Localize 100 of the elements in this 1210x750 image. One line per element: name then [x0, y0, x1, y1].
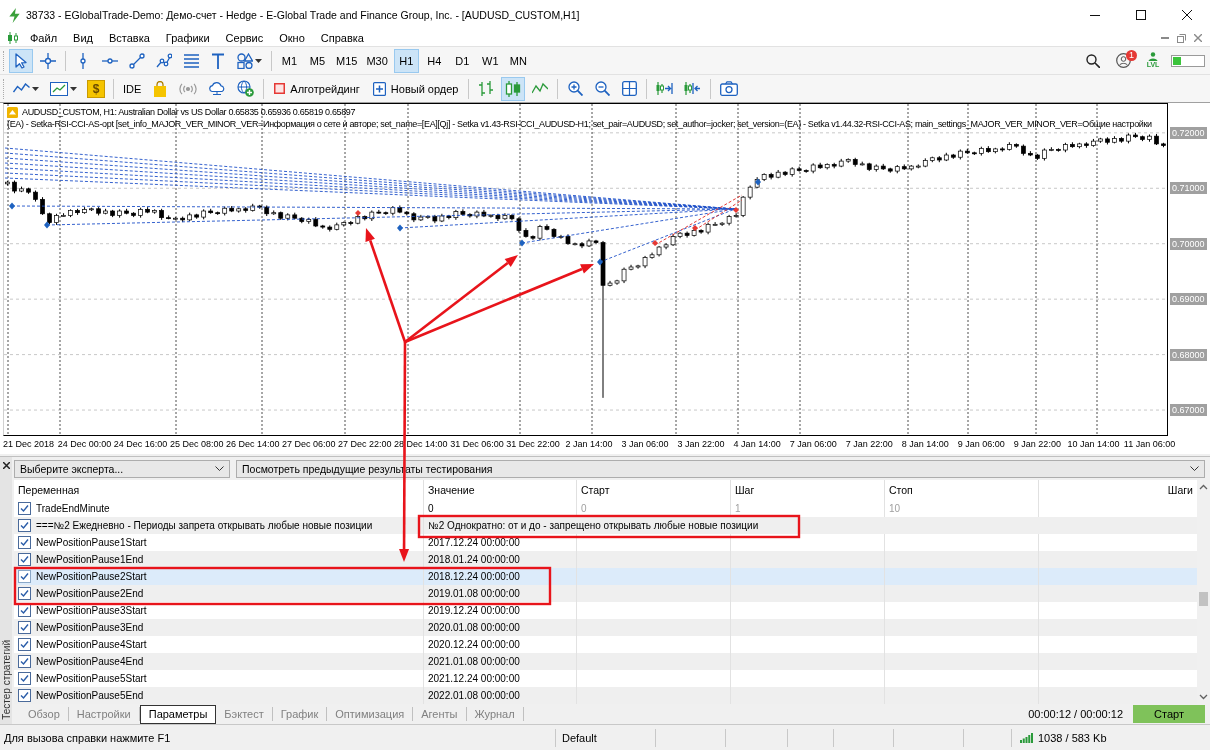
- checkbox[interactable]: [18, 689, 31, 703]
- time-label: 24 Dec 16:00: [113, 438, 168, 450]
- candlestick-icon: [505, 80, 522, 97]
- parameter-name: NewPositionPause3End: [36, 622, 144, 634]
- menu-item[interactable]: Сервис: [217, 30, 272, 46]
- checkbox[interactable]: [18, 638, 31, 652]
- price-label: 0.67000: [1170, 404, 1207, 417]
- timeframe-button[interactable]: H4: [421, 48, 447, 73]
- table-row[interactable]: NewPositionPause4End 2021.01.08 00:00:00: [14, 653, 1197, 671]
- search-icon: [1086, 53, 1100, 68]
- time-label: 7 Jan 22:00: [845, 438, 893, 450]
- timeframe-button[interactable]: W1: [477, 48, 503, 73]
- window-title: 38733 - EGlobalTrade-Demo: Демо-счет - Hedge - E-Global Trade and Finance Group, Inc. - [AUDUSD_CUSTOM,H1]: [26, 9, 580, 21]
- tab[interactable]: Журнал: [466, 707, 524, 722]
- tab[interactable]: Бэктест: [216, 707, 273, 722]
- menu-item[interactable]: Вставка: [100, 30, 158, 46]
- table-row[interactable]: ===№2 Ежедневно - Периоды запрета открывать любые новые позиции №2 Однократно: от и до - запрещено открывать любые новые позиции: [14, 517, 1197, 535]
- menu-item[interactable]: Окно: [271, 30, 313, 46]
- tab[interactable]: Обзор: [20, 707, 69, 722]
- timeframe-button[interactable]: MN: [505, 48, 531, 73]
- time-label: 27 Dec 06:00: [282, 438, 336, 450]
- table-row[interactable]: NewPositionPause2End 2019.01.08 00:00:00: [14, 585, 1197, 603]
- grid-icon: [622, 81, 637, 96]
- tab[interactable]: Оптимизация: [327, 707, 414, 722]
- expert-hat-icon: [7, 106, 18, 118]
- parameter-value: 2022.01.08 00:00:00: [428, 690, 520, 702]
- expert-select[interactable]: Выберите эксперта...: [14, 459, 230, 478]
- crosshair-icon: [40, 52, 56, 69]
- candlestick-button[interactable]: [501, 76, 526, 101]
- checkbox[interactable]: [18, 570, 31, 584]
- close-icon[interactable]: [2, 462, 10, 469]
- price-label: 0.69000: [1170, 293, 1207, 306]
- column-header[interactable]: Шаги: [1039, 480, 1197, 501]
- tab[interactable]: График: [272, 707, 328, 722]
- checkbox[interactable]: [18, 502, 31, 516]
- ide-button[interactable]: IDE: [119, 76, 146, 101]
- timeframe-button[interactable]: M30: [363, 48, 391, 73]
- tab[interactable]: Настройки: [68, 707, 140, 722]
- price-label: 0.71000: [1170, 182, 1207, 195]
- globe-plus-icon: [237, 80, 255, 97]
- market-button[interactable]: $: [87, 79, 105, 98]
- tab[interactable]: Агенты: [413, 707, 467, 722]
- text-tool-icon: [210, 52, 226, 69]
- zoom-out-icon: [595, 81, 610, 96]
- restore-icon[interactable]: [1177, 33, 1186, 43]
- tab[interactable]: Параметры: [139, 704, 217, 724]
- menu-item[interactable]: Файл: [22, 30, 66, 46]
- checkbox[interactable]: [18, 672, 31, 686]
- table-row[interactable]: NewPositionPause2Start 2018.12.24 00:00:00: [14, 568, 1197, 586]
- menu-item[interactable]: Графики: [157, 30, 218, 46]
- minimize-icon: [1090, 14, 1100, 16]
- checkbox[interactable]: [18, 621, 31, 635]
- time-label: 24 Dec 00:00: [57, 438, 112, 450]
- parameter-value: 2020.01.08 00:00:00: [428, 622, 520, 634]
- trend-line-icon: [129, 52, 145, 69]
- caret-icon: [32, 86, 39, 91]
- elapsed-time: 00:00:12 / 00:00:12: [1028, 708, 1123, 721]
- parameter-name: NewPositionPause3Start: [36, 605, 147, 617]
- checkbox[interactable]: [18, 519, 31, 533]
- time-label: 7 Jan 06:00: [789, 438, 837, 450]
- candlestick: [733, 212, 739, 219]
- maximize-icon: [1136, 10, 1146, 20]
- chart-shift-icon: [684, 81, 702, 96]
- expert-description: (EA) - Setka-RSI-CCI-AS-opt [set_info_MAJOR_VER_MINOR_VER=Информация о сете и авторе; set_name=[EA][Qj] - Setka v1.43-RSI-CCI_AUDUSD-H1; set_pair=AUDUSD; set_author=jocker; set_version=(EA) - Setka v1.44.32-RSI-CCI-AS; main_settings_MAJOR_VER_MINOR_VER=Общие настройки: [7, 118, 1152, 130]
- menu-item[interactable]: Вид: [65, 30, 101, 46]
- autoscroll-icon: [656, 81, 674, 96]
- parameter-name: NewPositionPause1End: [36, 554, 144, 566]
- candlestick: [712, 221, 718, 226]
- checkbox[interactable]: [18, 536, 31, 550]
- timeframe-button[interactable]: H1: [393, 48, 419, 73]
- timeframe-button[interactable]: M1: [277, 48, 302, 73]
- start-button[interactable]: Старт: [1133, 705, 1205, 724]
- parameter-name: ===№2 Ежедневно - Периоды запрета открывать любые новые позиции: [36, 520, 373, 532]
- new-order-button[interactable]: Новый ордер: [367, 76, 464, 101]
- channel-icon: [156, 52, 172, 69]
- caret-icon: [255, 58, 262, 63]
- parameter-name: NewPositionPause1Start: [36, 537, 147, 549]
- chart-symbol-title: AUDUSD_CUSTOM, H1: Australian Dollar vs US Dollar 0.65835 0.65936 0.65819 0.65897: [22, 106, 356, 118]
- plus-square-icon: [372, 81, 386, 96]
- camera-icon: [720, 81, 739, 96]
- table-row[interactable]: NewPositionPause1End 2018.01.24 00:00:00: [14, 551, 1197, 569]
- cursor-button[interactable]: [9, 48, 33, 73]
- checkbox[interactable]: [18, 655, 31, 669]
- table-row[interactable]: NewPositionPause5End 2022.01.08 00:00:00: [14, 687, 1197, 705]
- wave-icon: [13, 83, 30, 94]
- algo-trading-button[interactable]: Алготрейдинг: [269, 76, 365, 101]
- checkbox[interactable]: [18, 587, 31, 601]
- time-label: 9 Jan 22:00: [1013, 438, 1061, 450]
- price-label: 0.68000: [1170, 348, 1207, 361]
- chart-template-icon: [50, 81, 68, 96]
- timeframe-button[interactable]: M5: [305, 48, 330, 73]
- checkbox[interactable]: [18, 553, 31, 567]
- timeframe-button[interactable]: D1: [449, 48, 475, 73]
- parameter-name: NewPositionPause5Start: [36, 673, 147, 685]
- table-row[interactable]: NewPositionPause3End 2020.01.08 00:00:00: [14, 619, 1197, 637]
- signal-bars-icon: [1020, 732, 1033, 743]
- candlestick: [488, 213, 494, 219]
- account-button[interactable]: 1: [1111, 48, 1135, 73]
- menu-item[interactable]: Справка: [312, 30, 372, 46]
- timeframe-button[interactable]: M15: [333, 48, 361, 73]
